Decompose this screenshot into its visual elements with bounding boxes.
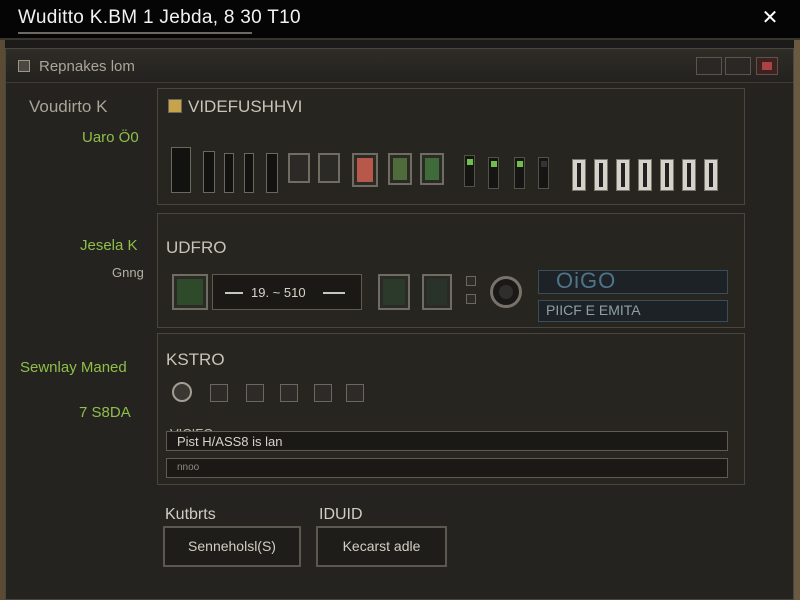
top-title-bar: Wuditto K.BM 1 Jebda, 8 30 T10 ✕ [0,0,800,40]
section-label-settings: Sewnlay Maned [20,359,127,376]
audio-panel-title: UDFRO [166,238,227,257]
option-button-2[interactable] [246,384,264,402]
small-toggle-2[interactable] [466,294,476,304]
settings-field-1-text: Pist H/ASS8 is lan [177,434,283,449]
audio-dial[interactable] [490,276,522,308]
fader-6[interactable] [682,159,696,191]
maximize-button[interactable] [725,57,751,75]
small-toggle-1[interactable] [466,276,476,286]
channel-knob-1[interactable] [464,155,475,187]
fader-4[interactable] [638,159,652,191]
fader-5[interactable] [660,159,674,191]
media-thumb-4[interactable] [388,153,412,185]
time-field-text: 19. ~ 510 [251,285,306,300]
settings-field-2-text: nnoo [177,462,200,473]
close-icon [762,62,772,70]
section-label-video: Voudirto K [29,97,108,116]
left-action-button[interactable]: Senneholsl(S) [163,526,301,567]
right-action-button[interactable]: Kecarst adle [316,526,447,567]
close-icon[interactable]: ✕ [758,6,782,30]
audio-panel: UDFRO 19. ~ 510 OiGO PIICF E EMITA [157,213,745,328]
fader-3[interactable] [616,159,630,191]
video-icon [168,99,182,113]
window-title: Repnakes lom [39,58,135,75]
settings-field-1[interactable]: Pist H/ASS8 is lan [166,431,728,451]
media-slot-4[interactable] [244,153,254,193]
option-button-5[interactable] [346,384,364,402]
fader-1[interactable] [572,159,586,191]
section-sublabel-video: Uaro Ö0 [82,129,139,146]
option-button-1[interactable] [210,384,228,402]
left-button-caption: Kutbrts [165,506,216,523]
window-titlebar: Repnakes lom [6,49,793,83]
channel-knob-2[interactable] [488,157,499,189]
time-field[interactable]: 19. ~ 510 [212,274,362,310]
video-panel-title: VIDEFUSHHVI [188,97,303,116]
right-button-caption: IDUID [319,506,363,523]
display-top-text: OiGO [556,268,617,293]
channel-knob-3[interactable] [514,157,525,189]
media-slot-3[interactable] [224,153,234,193]
top-title: Wuditto K.BM 1 Jebda, 8 30 T10 [18,7,301,34]
minimize-button[interactable] [696,57,722,75]
settings-field-2[interactable]: nnoo [166,458,728,478]
media-slot-1[interactable] [171,147,191,193]
section-sublabel-settings: 7 S8DA [79,404,131,421]
media-thumb-1[interactable] [288,153,310,183]
media-thumb-2[interactable] [318,153,340,183]
media-thumb-3[interactable] [352,153,378,187]
app-icon [18,60,30,72]
settings-panel-title: KSTRO [166,350,225,369]
media-slot-5[interactable] [266,153,278,193]
option-button-4[interactable] [314,384,332,402]
audio-preview-thumb[interactable] [172,274,208,310]
channel-knob-4[interactable] [538,157,549,189]
media-thumb-5[interactable] [420,153,444,185]
video-panel: VIDEFUSHHVI [157,88,745,205]
display-bottom-text: PIICF E EMITA [546,302,641,318]
fader-2[interactable] [594,159,608,191]
section-label-audio: Jesela K [80,237,138,254]
audio-thumb-1[interactable] [378,274,410,310]
fader-7[interactable] [704,159,718,191]
option-button-3[interactable] [280,384,298,402]
record-button[interactable] [172,382,192,402]
section-sublabel-audio: Gnng [112,265,144,280]
window-close-button[interactable] [756,57,778,75]
app-window: Repnakes lom Voudirto K Uaro Ö0 Jesela K… [5,48,794,600]
audio-thumb-2[interactable] [422,274,452,310]
settings-panel: KSTRO VICIFO Pist H/ASS8 is lan nnoo [157,333,745,485]
background-strip-right [794,40,800,600]
media-slot-2[interactable] [203,151,215,193]
